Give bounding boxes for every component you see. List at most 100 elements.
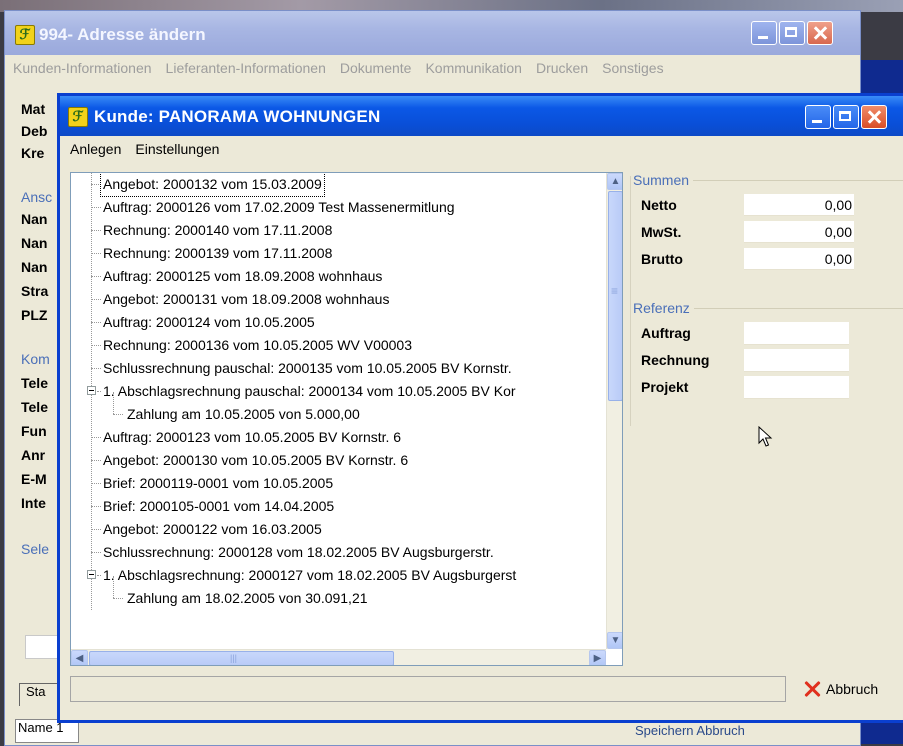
summen-value: 0,00	[744, 194, 854, 216]
minimize-icon[interactable]	[805, 105, 831, 129]
referenz-label: Auftrag	[641, 325, 691, 341]
app-logo-icon: ℱ	[68, 107, 88, 127]
tree-horizontal-scroll-thumb[interactable]	[89, 651, 394, 665]
summen-row: Brutto 0,00	[641, 248, 901, 270]
label-name3: Nan	[21, 259, 48, 275]
label-anrede: Anr	[21, 447, 46, 463]
tree-item[interactable]: Auftrag: 2000124 vom 10.05.2005	[71, 311, 606, 334]
back-menu-item-5[interactable]: Sonstiges	[602, 60, 663, 76]
tree-connector-line	[91, 230, 101, 231]
tree-item[interactable]: Schlussrechnung: 2000128 vom 18.02.2005 …	[71, 541, 606, 564]
tree-item-label: Auftrag: 2000126 vom 17.02.2009 Test Mas…	[103, 199, 455, 215]
tree-item-label: Rechnung: 2000136 vom 10.05.2005 WV V000…	[103, 337, 413, 353]
summen-legend: Summen	[633, 172, 694, 188]
label-email: E-M	[21, 471, 47, 487]
summen-row: MwSt. 0,00	[641, 221, 901, 243]
tree-item[interactable]: 1. Abschlagsrechnung: 2000127 vom 18.02.…	[71, 564, 606, 587]
cancel-button[interactable]: Abbruch	[802, 676, 878, 702]
back-menu-item-1[interactable]: Lieferanten-Informationen	[166, 60, 326, 76]
scroll-down-icon[interactable]: ▼	[607, 632, 622, 649]
tree-connector-line	[91, 345, 101, 346]
close-icon[interactable]	[861, 105, 887, 129]
tree-item[interactable]: Auftrag: 2000123 vom 10.05.2005 BV Korns…	[71, 426, 606, 449]
tree-item-label: Auftrag: 2000125 vom 18.09.2008 wohnhaus	[103, 268, 383, 284]
collapse-icon[interactable]	[87, 570, 96, 579]
tree-item-label: Zahlung am 18.02.2005 von 30.091,21	[127, 590, 368, 606]
tree-item[interactable]: 1. Abschlagsrechnung pauschal: 2000134 v…	[71, 380, 606, 403]
tree-child-connector	[113, 576, 114, 598]
tree-item[interactable]: Auftrag: 2000125 vom 18.09.2008 wohnhaus	[71, 265, 606, 288]
maximize-icon[interactable]	[833, 105, 859, 129]
back-window-buttons[interactable]: Speichern Abbruch	[635, 723, 745, 738]
tree-connector-line	[91, 483, 101, 484]
tree-vertical-scroll-thumb[interactable]	[608, 191, 622, 401]
referenz-value	[744, 322, 849, 345]
tree-connector-line	[91, 253, 101, 254]
front-menu-item-0[interactable]: Anlegen	[70, 141, 121, 157]
referenz-row: Projekt	[641, 376, 901, 399]
referenz-group: Referenz Auftrag Rechnung Projekt	[633, 300, 903, 428]
tree-item[interactable]: Angebot: 2000131 vom 18.09.2008 wohnhaus	[71, 288, 606, 311]
tree-item[interactable]: Zahlung am 10.05.2005 von 5.000,00	[71, 392, 606, 426]
tree-item[interactable]: Angebot: 2000132 vom 15.03.2009	[71, 173, 606, 197]
back-menu-item-4[interactable]: Drucken	[536, 60, 588, 76]
tree-item[interactable]: Rechnung: 2000136 vom 10.05.2005 WV V000…	[71, 334, 606, 357]
tree-item-label: Brief: 2000119-0001 vom 10.05.2005	[103, 475, 334, 491]
tree-item-label-selected: Angebot: 2000132 vom 15.03.2009	[100, 173, 325, 197]
tree-horizontal-scrollbar[interactable]: ◀ ▶	[71, 649, 606, 665]
summen-label: MwSt.	[641, 224, 682, 240]
back-menu-item-0[interactable]: Kunden-Informationen	[13, 60, 152, 76]
tree-item[interactable]: Angebot: 2000130 vom 10.05.2005 BV Korns…	[71, 449, 606, 472]
customer-window-menubar: Anlegen Einstellungen	[60, 136, 903, 162]
close-icon[interactable]	[807, 21, 833, 45]
front-menu-item-1[interactable]: Einstellungen	[135, 141, 219, 157]
tree-connector-line	[113, 598, 123, 599]
tree-item[interactable]: Zahlung am 18.02.2005 von 30.091,21	[71, 576, 606, 610]
tree-connector-line	[91, 437, 101, 438]
tree-vertical-scrollbar[interactable]: ▲ ▼	[606, 173, 622, 649]
tree-connector-line	[91, 529, 101, 530]
document-tree[interactable]: Angebot: 2000132 vom 15.03.2009 Auftrag: …	[70, 172, 623, 666]
tree-item[interactable]: Angebot: 2000122 vom 16.03.2005	[71, 518, 606, 541]
tree-item-label: Schlussrechnung: 2000128 vom 18.02.2005 …	[103, 544, 494, 560]
tree-connector-line	[91, 184, 101, 185]
tree-item[interactable]: Auftrag: 2000126 vom 17.02.2009 Test Mas…	[71, 196, 606, 219]
tree-item-label: Auftrag: 2000124 vom 10.05.2005	[103, 314, 315, 330]
customer-window-titlebar[interactable]: ℱ Kunde: PANORAMA WOHNUNGEN	[60, 96, 903, 136]
summen-group: Summen Netto 0,00 MwSt. 0,00 Brutto 0,00	[633, 172, 903, 290]
label-name2: Nan	[21, 235, 48, 251]
collapse-icon[interactable]	[87, 386, 96, 395]
tree-item[interactable]: Brief: 2000105-0001 vom 14.04.2005	[71, 495, 606, 518]
scroll-right-icon[interactable]: ▶	[589, 650, 606, 665]
tree-item[interactable]: Rechnung: 2000139 vom 17.11.2008	[71, 242, 606, 265]
referenz-row: Rechnung	[641, 349, 901, 372]
tree-item[interactable]: Brief: 2000119-0001 vom 10.05.2005	[71, 472, 606, 495]
tree-item-label: 1. Abschlagsrechnung pauschal: 2000134 v…	[103, 383, 516, 399]
label-telefon2: Tele	[21, 399, 48, 415]
app-logo-icon: ℱ	[15, 25, 35, 45]
tree-item-label: Auftrag: 2000123 vom 10.05.2005 BV Korns…	[103, 429, 402, 445]
mouse-pointer-icon	[758, 426, 773, 447]
referenz-value	[744, 376, 849, 399]
tree-item[interactable]: Schlussrechnung pauschal: 2000135 vom 10…	[71, 357, 606, 380]
summen-label: Netto	[641, 197, 677, 213]
address-window-titlebar[interactable]: ℱ 994- Adresse ändern	[5, 11, 860, 55]
tree-connector-line	[91, 506, 101, 507]
tree-item-label: Schlussrechnung pauschal: 2000135 vom 10…	[103, 360, 512, 376]
tree-item[interactable]: Rechnung: 2000140 vom 17.11.2008	[71, 219, 606, 242]
minimize-icon[interactable]	[751, 21, 777, 45]
referenz-row: Auftrag	[641, 322, 901, 345]
tree-connector-line	[91, 460, 101, 461]
tree-item-label: 1. Abschlagsrechnung: 2000127 vom 18.02.…	[103, 567, 517, 583]
scroll-up-icon[interactable]: ▲	[607, 173, 622, 190]
maximize-icon[interactable]	[779, 21, 805, 45]
tree-item-label: Angebot: 2000122 vom 16.03.2005	[103, 521, 322, 537]
referenz-value	[744, 349, 849, 372]
scroll-left-icon[interactable]: ◀	[71, 650, 88, 665]
group-selektion-legend: Sele	[21, 541, 50, 557]
group-kommunikation-legend: Kom	[21, 351, 50, 367]
back-menu-item-2[interactable]: Dokumente	[340, 60, 412, 76]
back-menu-item-3[interactable]: Kommunikation	[425, 60, 522, 76]
referenz-label: Rechnung	[641, 352, 710, 368]
tree-child-connector	[113, 392, 114, 414]
